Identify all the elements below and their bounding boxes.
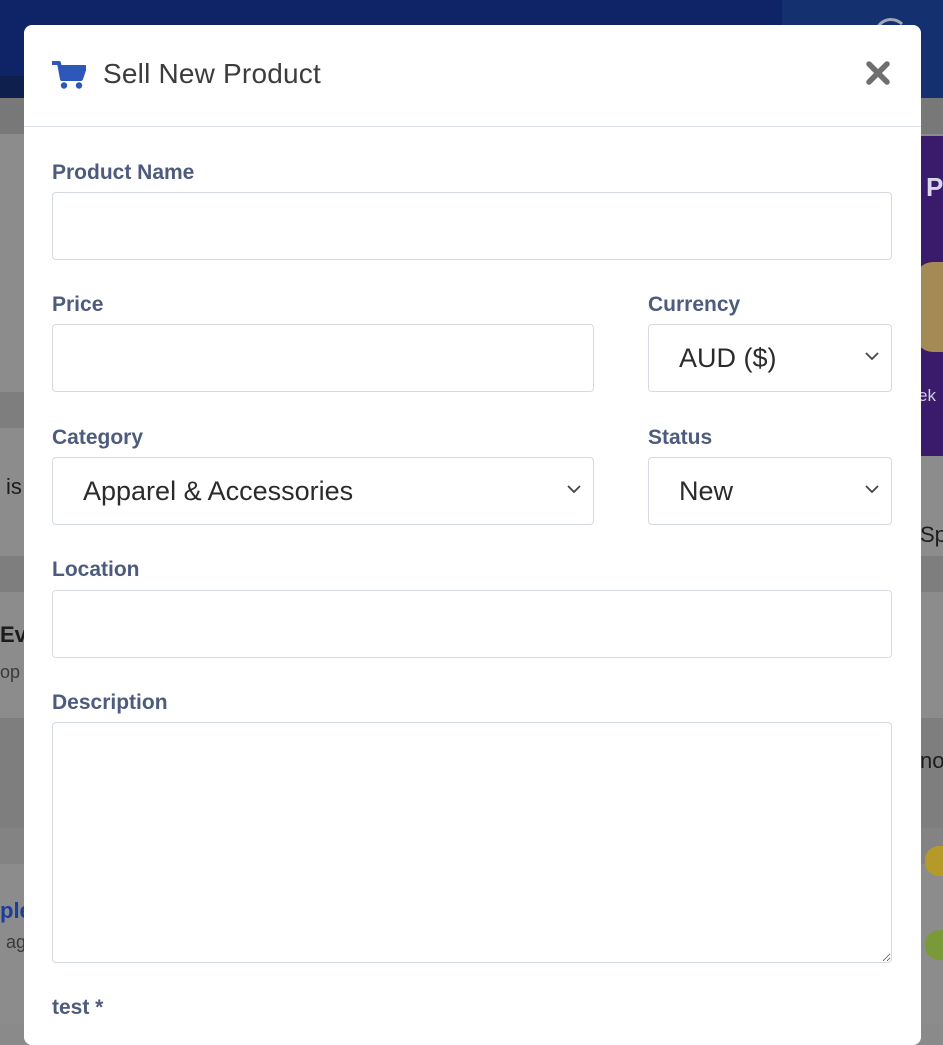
background-text-fragment: Sp — [920, 522, 943, 547]
background-text-fragment: op — [0, 662, 21, 682]
currency-select[interactable]: AUD ($) — [648, 324, 892, 392]
close-icon[interactable] — [864, 59, 892, 87]
background-text-fragment: Ev — [0, 622, 27, 647]
currency-selected-value: AUD ($) — [679, 342, 777, 373]
location-input[interactable] — [52, 590, 892, 658]
product-name-input[interactable] — [52, 192, 892, 260]
status-selected-value: New — [679, 475, 734, 506]
test-label: test * — [52, 996, 104, 1019]
status-label: Status — [648, 426, 713, 449]
background-promo-text: P — [926, 172, 943, 202]
modal-header: Sell New Product — [24, 25, 921, 127]
sell-product-modal: Sell New Product Product Name Price Curr… — [24, 25, 921, 1045]
background-text-fragment: no — [920, 748, 943, 773]
category-label: Category — [52, 426, 144, 449]
background-text-fragment: is — [6, 474, 22, 499]
chevron-down-icon — [865, 485, 879, 494]
status-select[interactable]: New — [648, 457, 892, 525]
description-textarea[interactable] — [52, 722, 892, 963]
price-input[interactable] — [52, 324, 594, 392]
modal-title: Sell New Product — [103, 58, 321, 89]
product-name-label: Product Name — [52, 161, 195, 184]
category-select[interactable]: Apparel & Accessories — [52, 457, 594, 525]
chevron-down-icon — [865, 352, 879, 361]
category-selected-value: Apparel & Accessories — [83, 475, 354, 506]
shopping-cart-icon — [52, 61, 86, 89]
chevron-down-icon — [567, 485, 581, 494]
price-label: Price — [52, 293, 104, 316]
location-label: Location — [52, 558, 140, 581]
currency-label: Currency — [648, 293, 741, 316]
description-label: Description — [52, 691, 168, 714]
